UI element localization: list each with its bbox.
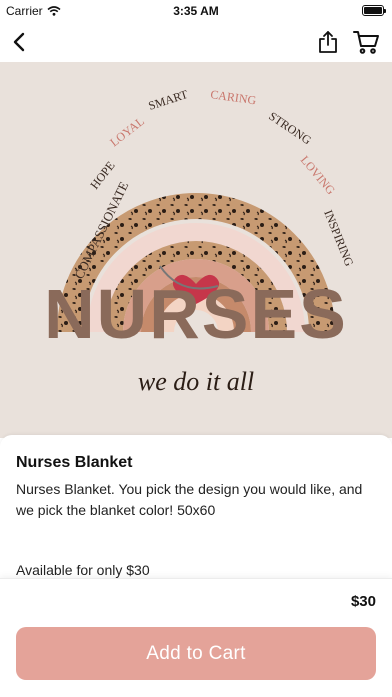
price-label: $30	[350, 593, 376, 610]
hero-tagline: we do it all	[138, 367, 254, 396]
product-description: Nurses Blanket. You pick the design you …	[16, 481, 363, 518]
hero-word: STRONG	[266, 109, 314, 148]
hero-title: NURSES	[44, 275, 348, 353]
chevron-left-icon	[13, 32, 25, 52]
battery-icon	[362, 5, 386, 16]
hero-word: INSPIRING	[321, 208, 356, 269]
product-image: COMPASSIONATE HOPE LOYAL SMART CARING ST…	[0, 62, 392, 438]
cart-button[interactable]	[352, 28, 380, 56]
hero-word: LOYAL	[107, 114, 147, 149]
product-title: Nurses Blanket	[16, 454, 133, 471]
hero-word: SMART	[147, 87, 191, 113]
status-time: 3:35 AM	[173, 4, 219, 18]
hero-word: LOVING	[298, 153, 339, 197]
availability-text: Available for only $30	[16, 562, 150, 578]
add-to-cart-button[interactable]: Add to Cart	[16, 627, 376, 680]
share-icon	[319, 31, 337, 53]
cart-icon	[353, 31, 379, 54]
navigation-bar	[0, 22, 392, 62]
nurses-rainbow-artwork: COMPASSIONATE HOPE LOYAL SMART CARING ST…	[44, 87, 356, 396]
hero-word: CARING	[210, 87, 258, 107]
status-bar: Carrier 3:35 AM	[0, 0, 392, 22]
share-button[interactable]	[314, 28, 342, 56]
back-button[interactable]	[6, 28, 34, 56]
